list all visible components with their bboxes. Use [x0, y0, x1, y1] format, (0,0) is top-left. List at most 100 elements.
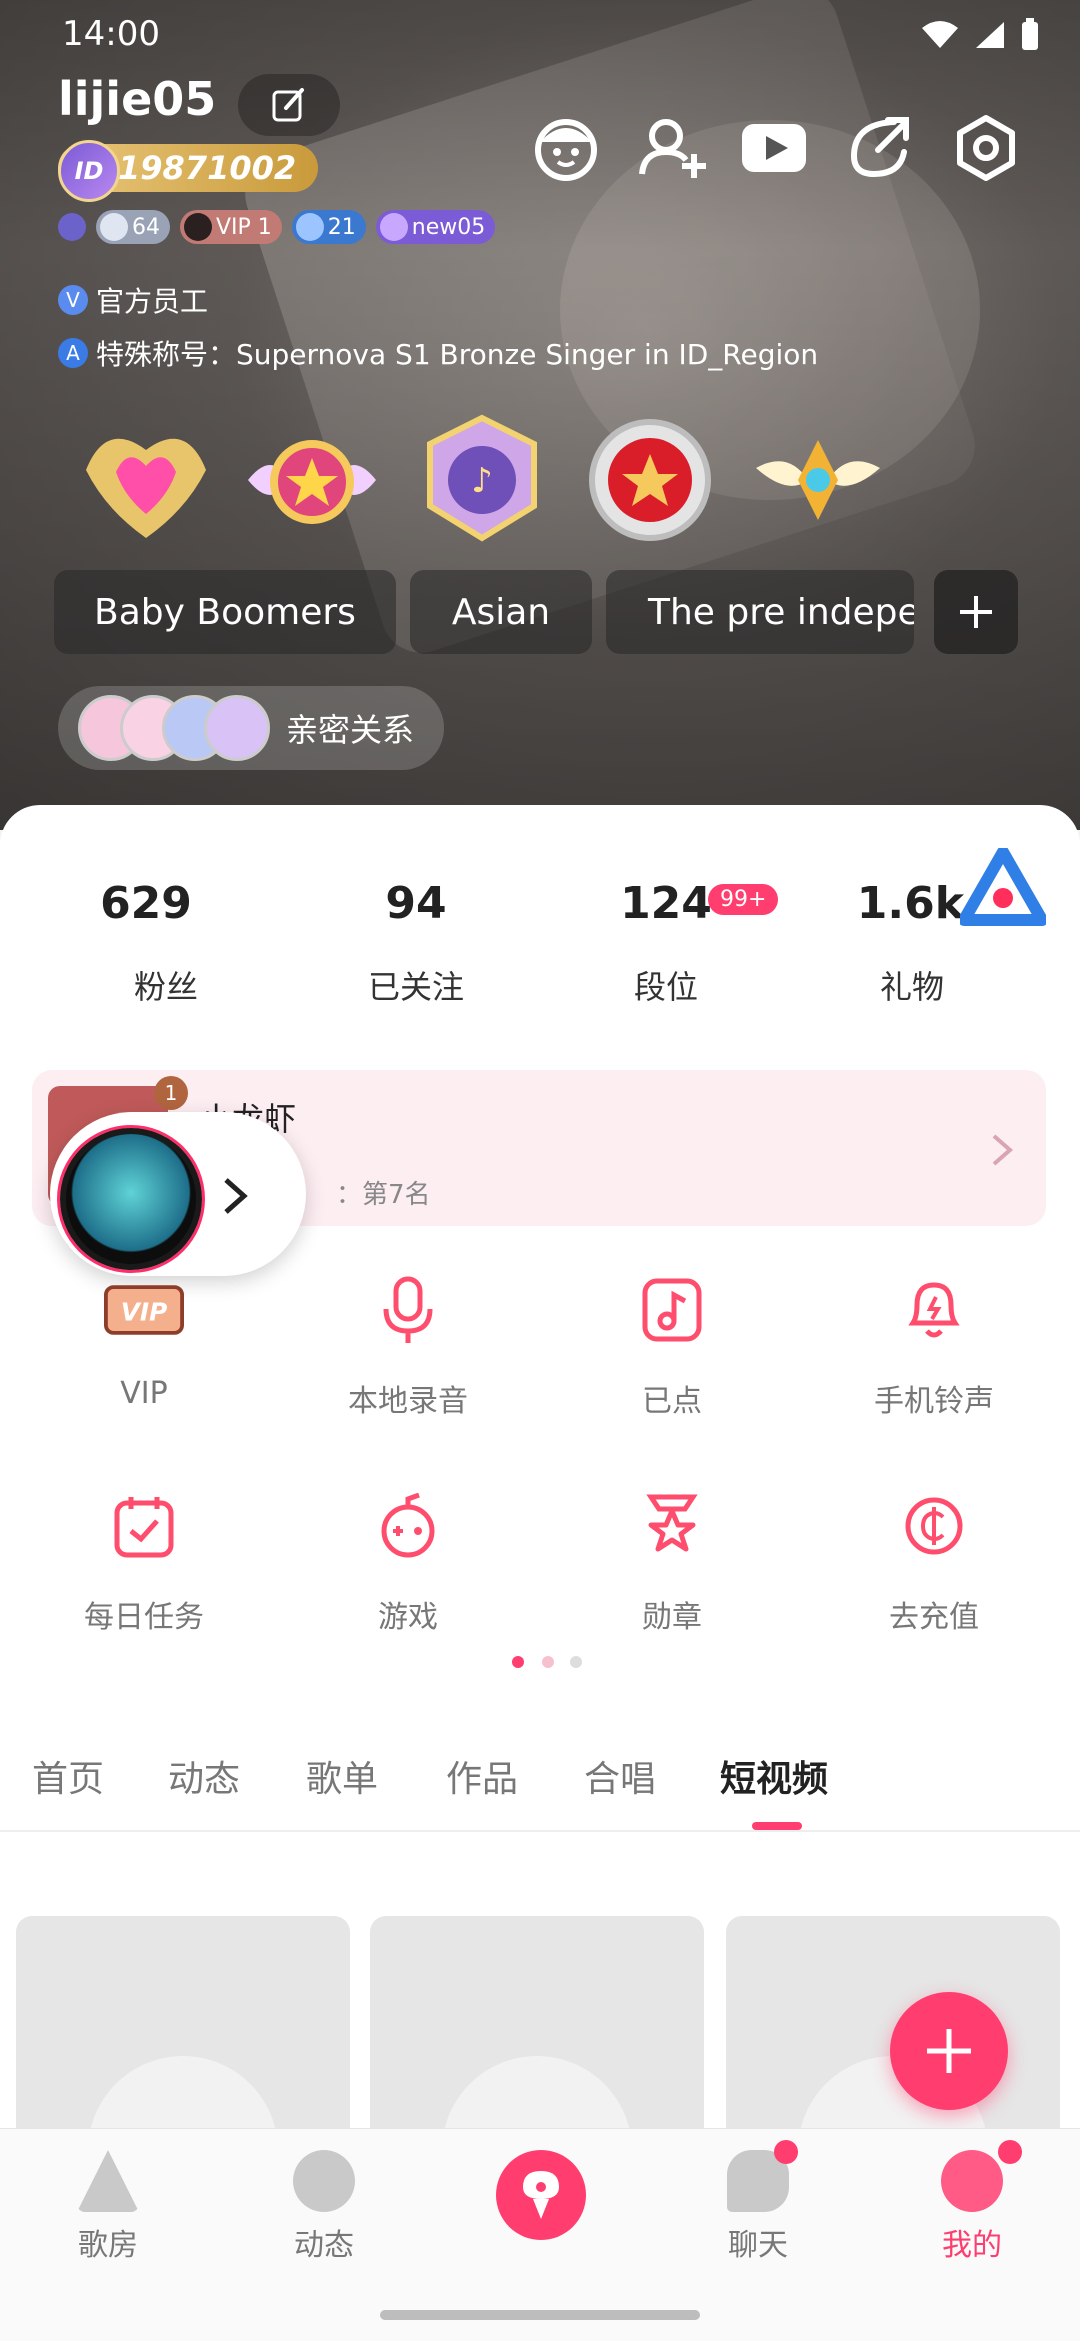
vip-icon: VIP	[104, 1270, 184, 1350]
family-badge[interactable]: new05	[375, 210, 496, 244]
vip-badge[interactable]: VIP 1	[180, 210, 282, 244]
family-value: new05	[411, 214, 486, 240]
function-recharge[interactable]: 去充值	[834, 1486, 1034, 1636]
gifts-count[interactable]: 1.6k	[814, 878, 964, 929]
medal-icon	[632, 1486, 712, 1566]
game-controller-icon	[368, 1486, 448, 1566]
nav-sing-button[interactable]	[496, 2150, 586, 2240]
add-user-icon	[639, 119, 706, 178]
plus-icon	[960, 596, 992, 628]
wifi-icon	[922, 21, 958, 48]
level-badge-row: 64 VIP 1 21 new05	[58, 210, 496, 244]
pager-dot-active[interactable]	[512, 1656, 524, 1668]
svg-text:♪: ♪	[471, 461, 493, 501]
function-ordered-songs[interactable]: 已点	[572, 1270, 772, 1420]
tab-short-videos[interactable]: 短视频	[720, 1750, 828, 1802]
floating-assistant-icon[interactable]	[960, 848, 1046, 928]
gifts-label[interactable]: 礼物	[812, 962, 1012, 1008]
nav-label: 我的	[942, 2228, 1002, 2263]
function-daily-tasks[interactable]: 每日任务	[44, 1486, 244, 1636]
video-button[interactable]	[738, 112, 810, 184]
wealth-badge[interactable]: 21	[291, 210, 366, 244]
music-note-icon	[632, 1270, 712, 1350]
microphone-icon	[523, 2171, 559, 2219]
function-games[interactable]: 游戏	[308, 1486, 508, 1636]
crown-icon	[204, 695, 270, 761]
pager-dot[interactable]	[542, 1656, 554, 1668]
tab-playlists[interactable]: 歌单	[306, 1750, 378, 1802]
settings-icon	[957, 115, 1015, 181]
face-icon	[535, 119, 597, 181]
tag-chip[interactable]: Baby Boomers	[54, 570, 396, 654]
heart-medal-icon[interactable]	[76, 410, 216, 550]
settings-button[interactable]	[950, 112, 1022, 184]
id-icon: ID	[58, 140, 120, 202]
calendar-check-icon	[104, 1486, 184, 1566]
tag-chip[interactable]: The pre indepe	[606, 570, 914, 654]
wealth-value: 21	[327, 214, 356, 240]
nav-chat[interactable]: 聊天	[678, 2140, 838, 2264]
edit-icon	[272, 88, 304, 122]
add-friend-button[interactable]	[636, 112, 708, 184]
add-tag-button[interactable]	[934, 570, 1018, 654]
singer-level-icon	[58, 210, 86, 244]
official-staff-text: 官方员工	[96, 285, 209, 318]
pager-dot[interactable]	[570, 1656, 582, 1668]
video-thumbnail[interactable]	[16, 1916, 350, 2156]
nav-moments[interactable]: 动态	[244, 2150, 404, 2264]
microphone-icon	[368, 1270, 448, 1350]
function-label: 已点	[642, 1384, 702, 1419]
red-crown-medal-icon[interactable]	[580, 410, 720, 550]
tab-chorus[interactable]: 合唱	[584, 1750, 656, 1802]
active-tab-indicator	[752, 1822, 802, 1830]
nav-label: 歌房	[78, 2228, 138, 2263]
verified-icon: V	[58, 285, 88, 315]
play-video-icon	[742, 124, 806, 172]
function-ringtone[interactable]: 手机铃声	[834, 1270, 1034, 1420]
nav-me[interactable]: 我的	[892, 2140, 1052, 2264]
following-label[interactable]: 已关注	[316, 962, 516, 1008]
function-vip[interactable]: VIP VIP	[44, 1270, 244, 1411]
tab-home[interactable]: 首页	[32, 1750, 104, 1802]
video-thumbnail[interactable]	[370, 1916, 704, 2156]
function-label: VIP	[120, 1376, 168, 1411]
function-medals[interactable]: 勋章	[572, 1486, 772, 1636]
rank-level-label[interactable]: 段位	[566, 962, 766, 1008]
fans-label[interactable]: 粉丝	[66, 962, 266, 1008]
level-value: 64	[132, 214, 160, 240]
singer-medal-icon[interactable]: ♪	[412, 410, 552, 550]
chevron-right-icon	[992, 1134, 1014, 1166]
fans-count[interactable]: 629	[46, 878, 246, 929]
expand-player-chevron-icon[interactable]	[222, 1176, 248, 1216]
song-rank-text: ：第7名	[336, 1180, 431, 1210]
home-indicator[interactable]	[380, 2310, 700, 2320]
notification-badge: 99+	[708, 884, 779, 915]
edit-profile-button[interactable]	[238, 74, 340, 136]
player-avatar[interactable]	[60, 1128, 202, 1270]
user-id-number: 19871002	[118, 149, 297, 187]
bell-icon	[894, 1270, 974, 1350]
profile-icon	[941, 2150, 1003, 2212]
unread-dot	[998, 2140, 1022, 2164]
tab-divider	[0, 1830, 1080, 1832]
following-count[interactable]: 94	[316, 878, 516, 929]
winged-medal-icon[interactable]	[748, 410, 888, 550]
kid-mode-button[interactable]	[530, 112, 602, 184]
unread-dot	[774, 2140, 798, 2164]
share-button[interactable]	[844, 112, 916, 184]
create-button[interactable]	[890, 1992, 1008, 2110]
nav-label: 聊天	[728, 2228, 788, 2263]
nav-label: 动态	[294, 2228, 354, 2263]
level-badge[interactable]: 64	[96, 210, 170, 244]
intimacy-button[interactable]: 亲密关系	[58, 686, 445, 770]
rank-badge: 1	[154, 1076, 188, 1110]
star-medal-icon[interactable]	[242, 410, 382, 550]
tab-works[interactable]: 作品	[446, 1750, 518, 1802]
function-local-recording[interactable]: 本地录音	[308, 1270, 508, 1420]
battery-icon	[1022, 18, 1038, 50]
user-id-badge: ID 19871002	[58, 140, 319, 202]
tag-chip[interactable]: Asian	[410, 570, 592, 654]
tab-moments[interactable]: 动态	[168, 1750, 240, 1802]
nav-song-room[interactable]: 歌房	[28, 2150, 188, 2264]
share-icon	[850, 117, 909, 178]
